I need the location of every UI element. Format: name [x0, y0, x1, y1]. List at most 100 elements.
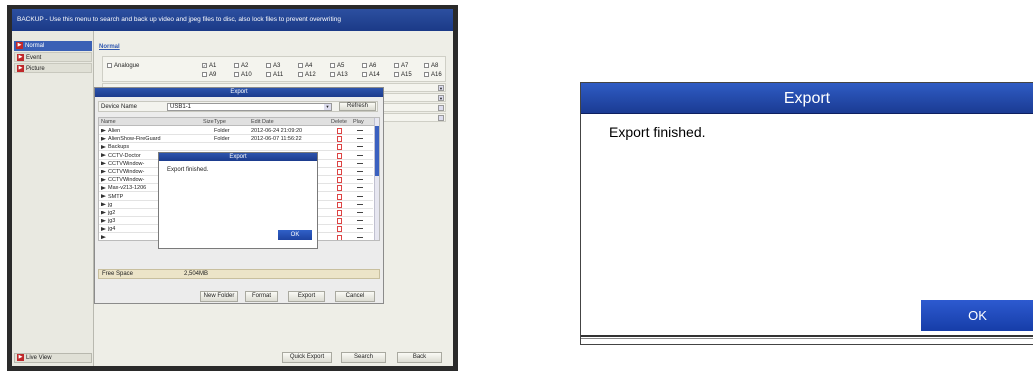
file-name: jg4 — [101, 225, 115, 233]
delete-icon[interactable] — [337, 136, 342, 143]
file-row[interactable]: Backups — [99, 143, 373, 152]
play-icon[interactable] — [357, 154, 363, 156]
ok-button[interactable]: OK — [278, 230, 312, 240]
play-icon[interactable] — [357, 212, 363, 213]
scrollbar-thumb[interactable] — [375, 126, 379, 176]
play-icon[interactable] — [357, 171, 363, 172]
ok-button[interactable]: OK — [921, 300, 1033, 331]
delete-icon[interactable] — [337, 226, 342, 233]
new-folder-button[interactable]: New Folder — [200, 291, 238, 302]
checkbox[interactable] — [266, 63, 271, 68]
channel-a8[interactable]: A8 — [424, 63, 438, 69]
folder-icon — [101, 202, 106, 207]
free-space-row: Free Space 2,504MB — [98, 269, 380, 279]
file-row[interactable]: Alien Folder 2012-06-24 21:09:20 — [99, 127, 373, 135]
folder-icon — [101, 153, 106, 158]
live-view-button[interactable]: ▶ Live View — [14, 353, 92, 363]
search-button[interactable]: Search — [341, 352, 386, 363]
checkbox-checked[interactable]: ✓ — [202, 63, 207, 68]
tab-normal[interactable]: Normal — [99, 44, 120, 50]
channel-a4[interactable]: A4 — [298, 63, 312, 69]
channel-a10[interactable]: A10 — [234, 72, 252, 78]
delete-icon[interactable] — [337, 169, 342, 175]
checkbox[interactable] — [424, 72, 429, 77]
cancel-button[interactable]: Cancel — [335, 291, 375, 302]
channel-a9[interactable]: A9 — [202, 72, 216, 78]
file-type: Folder — [214, 136, 230, 143]
checkbox[interactable] — [298, 63, 303, 68]
delete-icon[interactable] — [337, 152, 342, 159]
channel-a6[interactable]: A6 — [362, 63, 376, 69]
delete-icon[interactable] — [337, 234, 342, 240]
play-icon[interactable] — [357, 138, 363, 140]
play-icon[interactable] — [357, 236, 363, 238]
live-view-label: Live View — [26, 355, 52, 362]
file-row[interactable]: AlienShow-FireGuard Folder 2012-06-07 11:5… — [99, 135, 373, 144]
calendar-icon[interactable] — [438, 105, 444, 111]
checkbox[interactable] — [234, 63, 239, 68]
channel-a16[interactable]: A16 — [424, 72, 442, 78]
checkbox[interactable] — [234, 72, 239, 77]
play-icon[interactable] — [357, 162, 363, 164]
device-select[interactable]: USB1-1 ▼ — [167, 103, 332, 111]
chevron-down-icon[interactable]: ▼ — [324, 104, 331, 110]
delete-icon[interactable] — [337, 185, 342, 192]
play-icon[interactable] — [357, 130, 363, 131]
checkbox[interactable] — [394, 63, 399, 68]
channel-a15[interactable]: A15 — [394, 72, 412, 78]
checkbox[interactable] — [330, 72, 335, 77]
chevron-down-icon[interactable]: ▼ — [438, 85, 444, 91]
format-button[interactable]: Format — [245, 291, 278, 302]
channel-a3[interactable]: A3 — [266, 63, 280, 69]
checkbox[interactable] — [107, 63, 112, 68]
backup-screen: BACKUP - Use this menu to search and bac… — [12, 9, 453, 366]
sidebar-item-picture[interactable]: ▶ Picture — [14, 63, 92, 73]
file-type: Folder — [214, 128, 230, 134]
column-header-name: Name — [101, 119, 116, 125]
channel-a14[interactable]: A14 — [362, 72, 380, 78]
export-button[interactable]: Export — [288, 291, 325, 302]
delete-icon[interactable] — [337, 144, 342, 151]
checkbox[interactable] — [362, 63, 367, 68]
refresh-button[interactable]: Refresh — [339, 102, 376, 111]
play-icon[interactable] — [357, 220, 363, 222]
play-icon[interactable] — [357, 146, 363, 148]
sidebar-item-event[interactable]: ▶ Event — [14, 52, 92, 62]
delete-icon[interactable] — [337, 218, 342, 225]
checkbox[interactable] — [330, 63, 335, 68]
calendar-icon[interactable] — [438, 115, 444, 121]
delete-icon[interactable] — [337, 128, 342, 134]
delete-icon[interactable] — [337, 177, 342, 184]
channel-a13[interactable]: A13 — [330, 72, 348, 78]
checkbox[interactable] — [362, 72, 367, 77]
checkbox[interactable] — [202, 72, 207, 77]
sidebar-item-normal[interactable]: ▶ Normal — [14, 41, 92, 51]
play-icon[interactable] — [357, 228, 363, 230]
play-icon[interactable] — [357, 195, 363, 197]
checkbox[interactable] — [298, 72, 303, 77]
channel-a2[interactable]: A2 — [234, 63, 248, 69]
back-button[interactable]: Back — [397, 352, 442, 363]
channel-a5[interactable]: A5 — [330, 63, 344, 69]
sidebar: ▶ Normal ▶ Event ▶ Picture ▶ Live View — [12, 31, 94, 366]
channel-a11[interactable]: A11 — [266, 72, 283, 78]
play-icon[interactable] — [357, 187, 363, 189]
channel-a1[interactable]: ✓ A1 — [202, 63, 216, 69]
checkbox[interactable] — [424, 63, 429, 68]
delete-icon[interactable] — [337, 201, 342, 208]
quick-export-button[interactable]: Quick Export — [282, 352, 332, 363]
checkbox[interactable] — [394, 72, 399, 77]
folder-icon — [101, 226, 106, 231]
delete-icon[interactable] — [337, 210, 342, 216]
channel-a12[interactable]: A12 — [298, 72, 316, 78]
play-icon[interactable] — [357, 203, 363, 205]
delete-icon[interactable] — [337, 193, 342, 200]
analogue-row-label[interactable]: Analogue — [107, 63, 139, 69]
play-icon[interactable] — [357, 179, 363, 181]
channel-a7[interactable]: A7 — [394, 63, 408, 69]
checkbox[interactable] — [266, 72, 271, 77]
chevron-down-icon[interactable]: ▼ — [438, 95, 444, 101]
file-name: Max-v213-1206 — [101, 184, 146, 192]
delete-icon[interactable] — [337, 160, 342, 167]
file-list-scrollbar[interactable] — [374, 118, 379, 240]
